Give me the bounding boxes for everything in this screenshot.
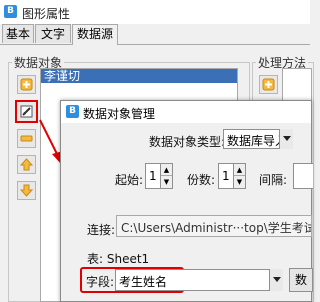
connection-path: C:\Users\Administr···top\学生考试条码标签 [121, 221, 311, 235]
dropdown-arrow-icon [272, 277, 281, 282]
dialog-title: 数据对象管理 [83, 107, 156, 121]
field-value: 考生姓名 [119, 275, 168, 289]
tab-text[interactable]: 文字 [35, 24, 71, 43]
add-icon [262, 78, 275, 91]
app-icon: B [4, 5, 17, 18]
copies-value: 1 [222, 169, 230, 183]
type-label: 数据对象类型: [149, 135, 226, 149]
app-icon: B [66, 105, 79, 118]
remove-button[interactable] [17, 129, 36, 148]
add-button[interactable] [17, 75, 36, 94]
start-label: 起始: [115, 173, 144, 187]
dialog-titlebar: B 数据对象管理 [61, 101, 311, 123]
window-title: 图形属性 [22, 7, 71, 21]
add-processing-button[interactable] [259, 75, 278, 94]
start-value: 1 [149, 169, 157, 183]
connection-path-field[interactable]: C:\Users\Administr···top\学生考试条码标签 [116, 215, 312, 237]
type-value: 数据库导入 [227, 134, 288, 148]
start-spin-buttons[interactable]: ▲ ▼ [160, 164, 172, 188]
start-spinner[interactable]: 1 ▲ ▼ [145, 163, 173, 189]
window-titlebar: B 图形属性 [0, 0, 310, 24]
move-down-icon [20, 184, 33, 197]
add-icon [20, 78, 33, 91]
move-up-icon [20, 158, 33, 171]
field-select[interactable]: 考生姓名 [115, 269, 275, 291]
list-item[interactable]: 李谨切 [41, 69, 237, 83]
copies-label: 份数: [187, 173, 216, 187]
interval-spinner[interactable] [293, 163, 313, 189]
tab-basic[interactable]: 基本 [2, 24, 34, 43]
data-button[interactable]: 数 [289, 268, 313, 292]
tab-datasource[interactable]: 数据源 [72, 24, 118, 45]
remove-icon [20, 135, 33, 142]
table-label: 表: Sheet1 [87, 252, 150, 266]
edit-icon [20, 105, 33, 118]
data-object-manager-dialog: B 数据对象管理 数据对象类型: 数据库导入 起始: 1 ▲ ▼ 份数: 1 ▲ ▼… [60, 100, 313, 302]
interval-label: 间隔: [259, 173, 288, 187]
move-down-button[interactable] [17, 181, 36, 200]
copies-spinner[interactable]: 1 ▲ ▼ [218, 163, 246, 189]
field-label: 字段: [86, 275, 115, 289]
tab-bar: 基本 文字 数据源 [0, 24, 310, 45]
field-dropdown-button[interactable] [269, 269, 283, 291]
type-dropdown-button[interactable] [279, 129, 293, 149]
connection-label: 连接: [87, 223, 116, 237]
move-up-button[interactable] [17, 155, 36, 174]
copies-spin-buttons[interactable]: ▲ ▼ [233, 164, 245, 188]
dropdown-arrow-icon [282, 136, 291, 141]
edit-button[interactable] [15, 100, 38, 123]
